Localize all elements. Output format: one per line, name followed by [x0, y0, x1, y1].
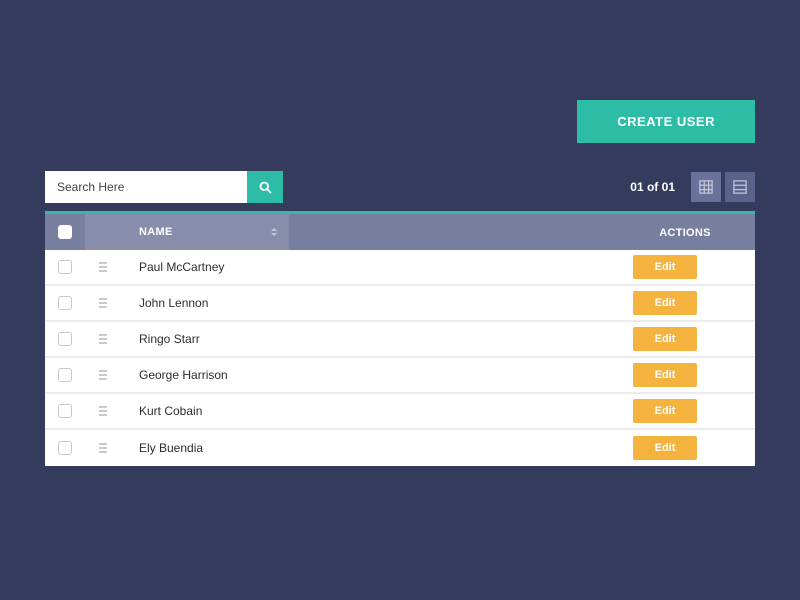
row-checkbox[interactable]	[58, 404, 72, 418]
table-row: Kurt Cobain Edit	[45, 394, 755, 430]
column-name-header[interactable]: NAME	[85, 214, 289, 250]
search-icon	[258, 180, 273, 195]
edit-button[interactable]: Edit	[633, 255, 698, 279]
sort-icon	[271, 228, 277, 236]
table-row: Ringo Starr Edit	[45, 322, 755, 358]
edit-button[interactable]: Edit	[633, 363, 698, 387]
column-actions-label: ACTIONS	[659, 227, 711, 239]
select-all-checkbox[interactable]	[58, 225, 72, 239]
drag-handle[interactable]	[85, 262, 121, 272]
row-checkbox[interactable]	[58, 296, 72, 310]
list-icon	[733, 180, 747, 194]
search-input[interactable]	[45, 171, 247, 203]
column-name-label: NAME	[139, 226, 173, 238]
edit-button[interactable]: Edit	[633, 436, 698, 460]
drag-handle[interactable]	[85, 443, 121, 453]
user-name: Kurt Cobain	[121, 404, 615, 418]
search	[45, 171, 283, 203]
edit-button[interactable]: Edit	[633, 399, 698, 423]
row-checkbox[interactable]	[58, 441, 72, 455]
users-table: NAME ACTIONS Paul McCartneyEditJohn Lenn…	[45, 211, 755, 466]
edit-button[interactable]: Edit	[633, 291, 698, 315]
drag-handle[interactable]	[85, 370, 121, 380]
drag-handle[interactable]	[85, 298, 121, 308]
drag-handle[interactable]	[85, 334, 121, 344]
table-row: Ely Buendia Edit	[45, 430, 755, 466]
grid-icon	[699, 180, 713, 194]
user-name: Ringo Starr	[121, 332, 615, 346]
user-name: Paul McCartney	[121, 260, 615, 274]
user-name: John Lennon	[121, 296, 615, 310]
table-row: John Lennon Edit	[45, 286, 755, 322]
table-row: Paul McCartney Edit	[45, 250, 755, 286]
table-header: NAME ACTIONS	[45, 214, 755, 250]
row-checkbox[interactable]	[58, 368, 72, 382]
page-info: 01 of 01	[630, 180, 675, 194]
table-row: George Harrison Edit	[45, 358, 755, 394]
row-checkbox[interactable]	[58, 260, 72, 274]
user-name: George Harrison	[121, 368, 615, 382]
search-button[interactable]	[247, 171, 283, 203]
drag-handle[interactable]	[85, 406, 121, 416]
edit-button[interactable]: Edit	[633, 327, 698, 351]
grid-view-button[interactable]	[691, 172, 721, 202]
row-checkbox[interactable]	[58, 332, 72, 346]
user-name: Ely Buendia	[121, 441, 615, 455]
create-user-button[interactable]: CREATE USER	[577, 100, 755, 143]
list-view-button[interactable]	[725, 172, 755, 202]
